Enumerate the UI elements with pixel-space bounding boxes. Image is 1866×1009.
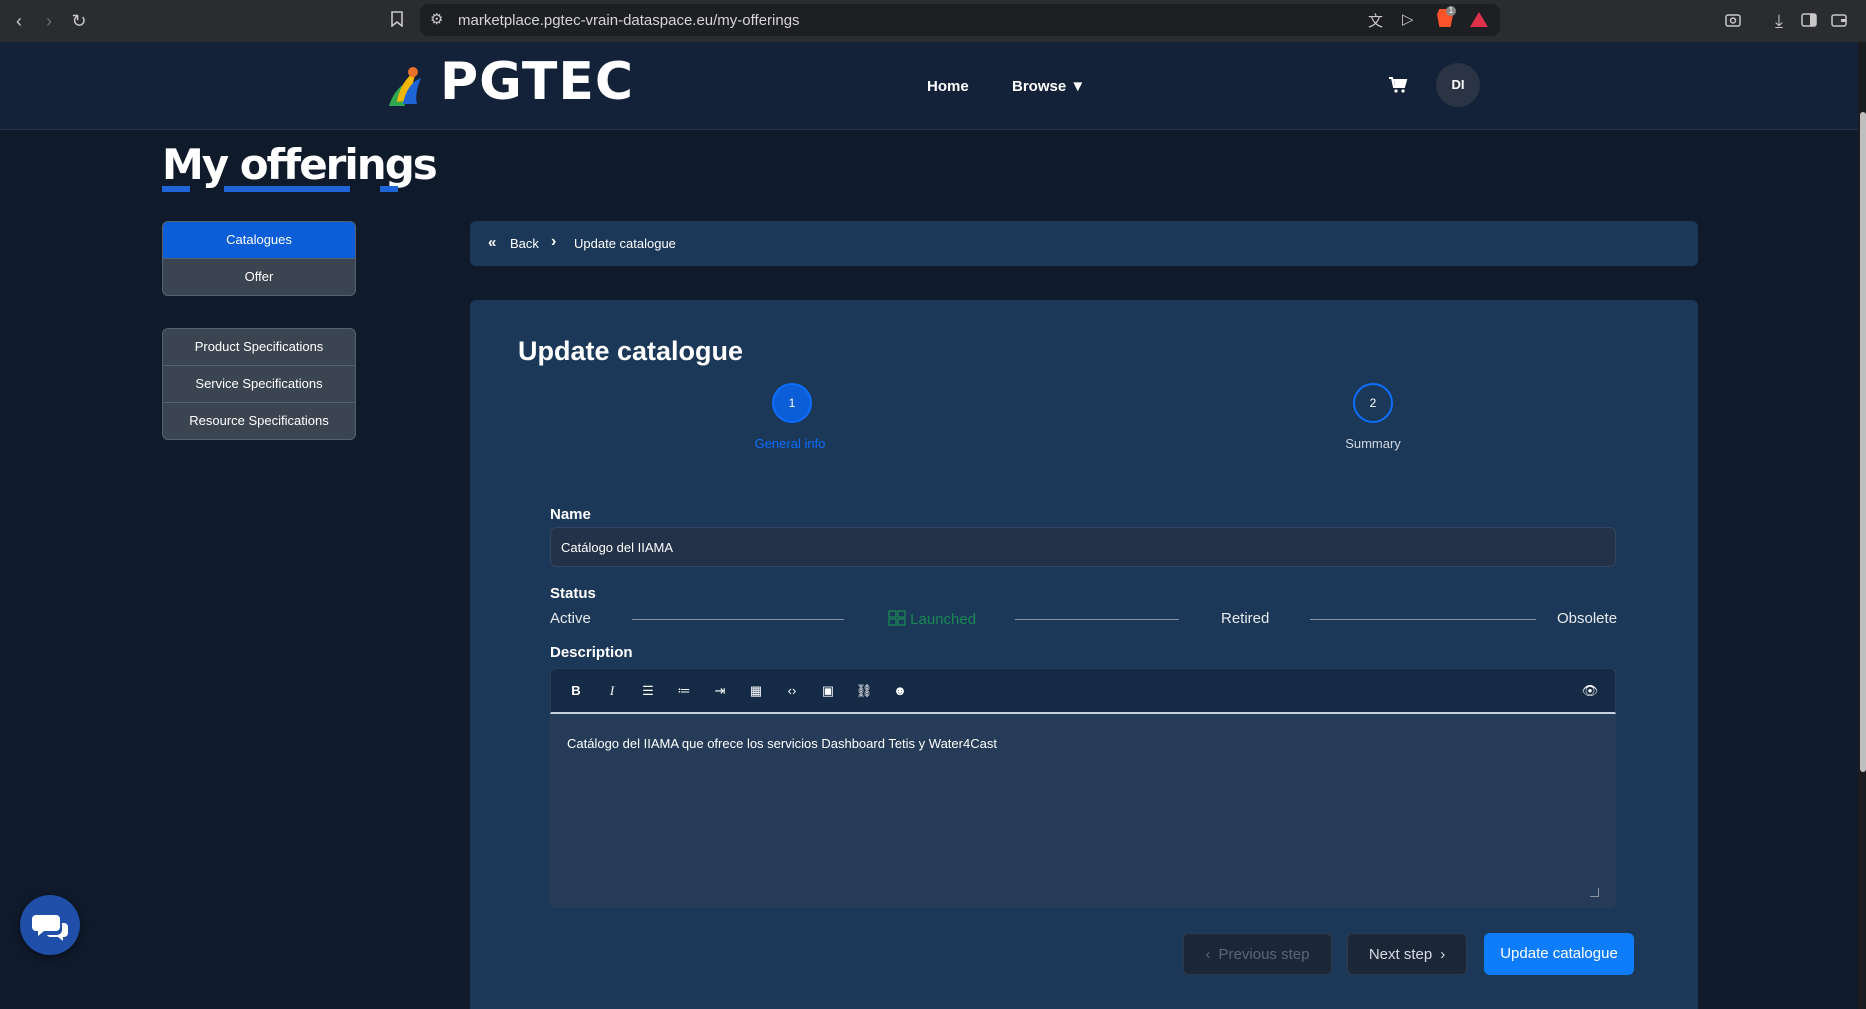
scrollbar-thumb[interactable] <box>1860 112 1866 772</box>
site-info-icon[interactable]: ⚙ <box>430 10 443 28</box>
page-title: My offerings <box>162 140 438 189</box>
editor-toolbar: B I ☰ ≔ ⇥ ▦ ‹› ▣ ⛓ ☻ 👁 <box>550 668 1616 714</box>
tab-offer[interactable]: Offer <box>163 259 355 295</box>
chevron-right-icon: › <box>1440 946 1446 963</box>
chevron-left-icon: ‹ <box>1205 946 1211 963</box>
code-icon[interactable]: ‹› <box>783 682 801 700</box>
send-icon[interactable]: ▷ <box>1402 10 1414 28</box>
status-label: Status <box>550 585 596 602</box>
user-avatar[interactable]: DI <box>1436 63 1480 107</box>
url-text[interactable]: marketplace.pgtec-vrain-dataspace.eu/my-… <box>458 12 800 29</box>
step-1-label: General info <box>754 436 826 451</box>
specifications-menu: Product Specifications Service Specifica… <box>162 328 356 440</box>
description-label: Description <box>550 644 633 661</box>
chevron-right-icon: › <box>551 233 557 250</box>
title-underline <box>380 186 398 192</box>
reload-icon[interactable]: ↻ <box>68 10 90 32</box>
tab-catalogues[interactable]: Catalogues <box>163 222 355 259</box>
title-underline <box>224 186 350 192</box>
chat-button[interactable] <box>20 895 80 955</box>
name-input[interactable] <box>550 527 1616 567</box>
bold-icon[interactable]: B <box>567 682 585 700</box>
next-step-label: Next step <box>1368 946 1433 963</box>
status-divider <box>1310 619 1536 620</box>
status-retired[interactable]: Retired <box>1221 610 1269 627</box>
description-editor[interactable]: Catálogo del IIAMA que ofrece los servic… <box>550 714 1616 908</box>
preview-icon[interactable]: 👁 <box>1581 682 1599 700</box>
title-underline <box>162 186 190 192</box>
back-link[interactable]: Back <box>510 236 539 251</box>
download-icon[interactable]: ⤓ <box>1768 10 1790 32</box>
menu-product-specifications[interactable]: Product Specifications <box>163 329 355 366</box>
status-active[interactable]: Active <box>550 610 591 627</box>
shield-count-badge: 1 <box>1446 6 1456 16</box>
translate-icon[interactable]: 文 <box>1368 10 1383 31</box>
browser-toolbar: ‹ › ↻ ⚙ marketplace.pgtec-vrain-dataspac… <box>0 0 1866 43</box>
nav-browse-dropdown[interactable]: Browse ▼ <box>1012 78 1085 95</box>
name-label: Name <box>550 506 591 523</box>
status-obsolete[interactable]: Obsolete <box>1557 610 1617 627</box>
brave-rewards-icon[interactable] <box>1470 12 1488 27</box>
status-launched[interactable]: Launched <box>888 610 976 628</box>
pgtec-logo-icon[interactable] <box>383 62 423 110</box>
previous-step-label: Previous step <box>1218 946 1310 963</box>
link-icon[interactable]: ⛓ <box>855 682 873 700</box>
chat-bubbles-icon <box>32 915 68 941</box>
back-arrow-icon[interactable]: ‹ <box>8 10 30 32</box>
resize-handle[interactable] <box>1590 888 1599 897</box>
menu-resource-specifications[interactable]: Resource Specifications <box>163 403 355 439</box>
double-chevron-left-icon[interactable]: « <box>488 234 496 251</box>
screenshot-icon[interactable] <box>1722 10 1744 32</box>
numbered-list-icon[interactable]: ≔ <box>675 682 693 700</box>
site-navbar: PGTEC Home Browse ▼ DI <box>0 42 1866 130</box>
nav-home[interactable]: Home <box>927 78 969 95</box>
description-text[interactable]: Catálogo del IIAMA que ofrece los servic… <box>567 736 997 751</box>
address-bar[interactable]: ⚙ marketplace.pgtec-vrain-dataspace.eu/m… <box>420 4 1500 36</box>
breadcrumb: « Back › Update catalogue <box>470 221 1698 266</box>
launched-icon <box>888 610 906 626</box>
bookmark-icon[interactable] <box>386 10 408 32</box>
form-title: Update catalogue <box>518 336 744 366</box>
status-launched-label: Launched <box>910 611 977 628</box>
step-2-label: Summary <box>1345 436 1401 451</box>
update-catalogue-button[interactable]: Update catalogue <box>1484 933 1634 975</box>
bullet-list-icon[interactable]: ☰ <box>639 682 657 700</box>
offerings-tabs: Catalogues Offer <box>162 221 356 296</box>
cart-icon[interactable] <box>1388 76 1408 99</box>
emoji-icon[interactable]: ☻ <box>891 682 909 700</box>
sidebar-toggle-icon[interactable] <box>1798 10 1820 32</box>
update-catalogue-card: Update catalogue 1 General info 2 Summar… <box>470 300 1698 1009</box>
next-step-button[interactable]: Next step › <box>1347 933 1467 975</box>
forward-arrow-icon[interactable]: › <box>38 10 60 32</box>
wallet-icon[interactable] <box>1828 10 1850 32</box>
media-icon[interactable]: ▣ <box>819 682 837 700</box>
table-icon[interactable]: ▦ <box>747 682 765 700</box>
previous-step-button[interactable]: ‹ Previous step <box>1183 933 1332 975</box>
breadcrumb-current: Update catalogue <box>574 236 676 251</box>
menu-service-specifications[interactable]: Service Specifications <box>163 366 355 403</box>
logo-text[interactable]: PGTEC <box>440 52 634 112</box>
indent-icon[interactable]: ⇥ <box>711 682 729 700</box>
step-1-circle[interactable]: 1 <box>772 383 812 423</box>
italic-icon[interactable]: I <box>603 682 621 700</box>
status-divider <box>632 619 844 620</box>
step-2-circle[interactable]: 2 <box>1353 383 1393 423</box>
status-divider <box>1015 619 1179 620</box>
